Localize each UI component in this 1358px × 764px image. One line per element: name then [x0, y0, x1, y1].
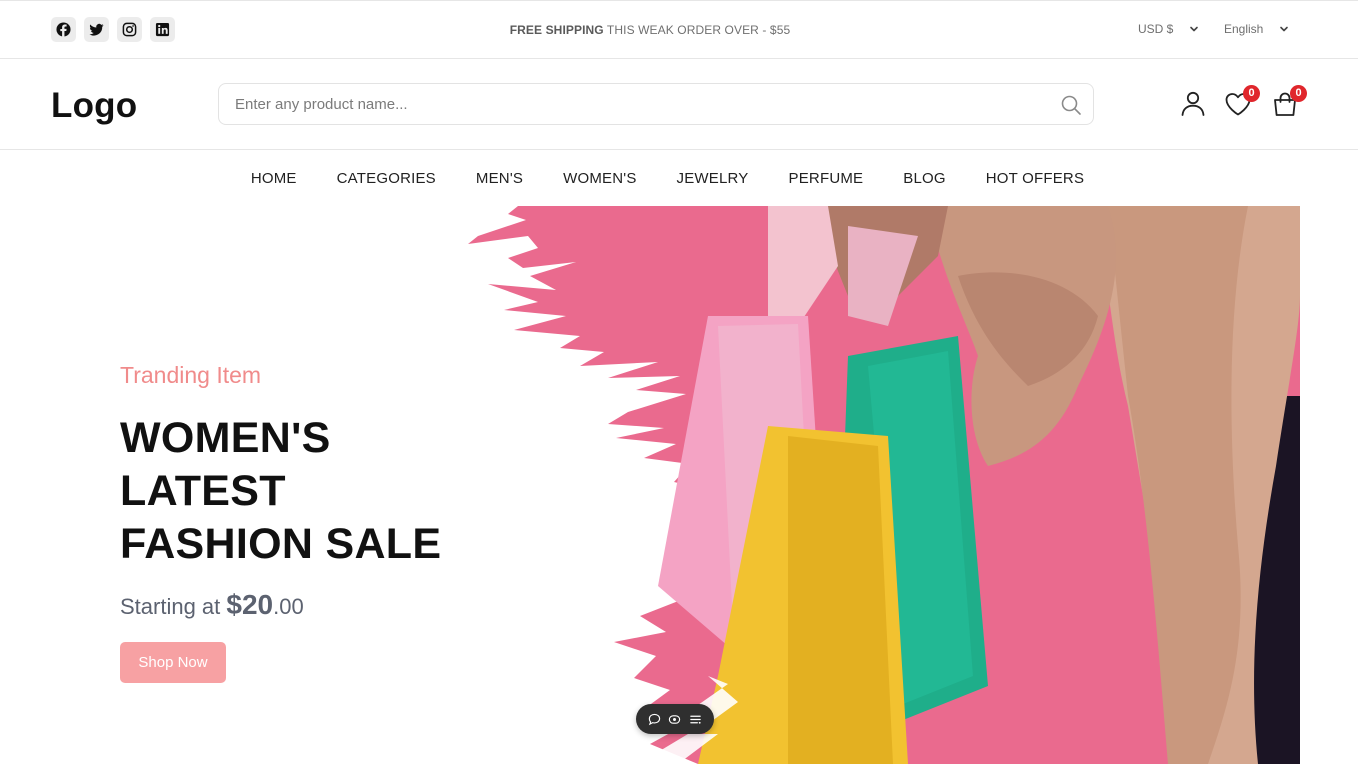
nav-item-perfume[interactable]: PERFUME: [789, 170, 864, 187]
nav-item-womens[interactable]: WOMEN'S: [563, 170, 636, 187]
hero-title: WOMEN'S LATEST FASHION SALE: [120, 414, 442, 568]
search-icon[interactable]: [1059, 93, 1083, 117]
cart-button[interactable]: 0: [1270, 85, 1307, 119]
price-prefix: Starting at: [120, 594, 227, 619]
shipping-detail-text: THIS WEAK ORDER OVER - $55: [603, 23, 791, 37]
price-amount: $20: [226, 589, 274, 620]
user-icon: [1181, 91, 1205, 116]
nav-item-jewelry[interactable]: JEWELRY: [677, 170, 749, 187]
nav-item-categories[interactable]: CATEGORIES: [337, 170, 436, 187]
user-account-button[interactable]: [1178, 89, 1208, 119]
comment-icon[interactable]: [648, 713, 661, 726]
language-value: English: [1224, 22, 1264, 36]
nav-item-mens[interactable]: MEN'S: [476, 170, 523, 187]
top-bar: FREE SHIPPING THIS WEAK ORDER OVER - $55…: [0, 0, 1358, 59]
search-input[interactable]: [235, 84, 1035, 124]
hero-image: [468, 206, 1300, 764]
list-icon[interactable]: [689, 713, 702, 726]
hero-subtitle: Tranding Item: [120, 362, 262, 388]
nav-item-hot-offers[interactable]: HOT OFFERS: [986, 170, 1084, 187]
shipping-bold-text: FREE SHIPPING: [509, 23, 604, 37]
chevron-down-icon: [1280, 26, 1289, 32]
nav-list: HOME CATEGORIES MEN'S WOMEN'S JEWELRY PE…: [251, 170, 1084, 187]
search-bar: [218, 83, 1094, 125]
shipping-announcement: FREE SHIPPING THIS WEAK ORDER OVER - $55: [0, 23, 1300, 37]
site-header: Logo 0 0: [0, 59, 1358, 150]
floating-toolbar: [636, 704, 714, 734]
hero-banner: Tranding Item WOMEN'S LATEST FASHION SAL…: [0, 206, 1358, 764]
wishlist-button[interactable]: 0: [1223, 85, 1260, 119]
shop-now-button[interactable]: Shop Now: [120, 642, 226, 683]
hero-price: Starting at $20.00: [120, 589, 304, 621]
nav-item-home[interactable]: HOME: [251, 170, 297, 187]
site-logo[interactable]: Logo: [51, 86, 137, 126]
chevron-down-icon: [1190, 26, 1199, 32]
price-cents: .00: [273, 594, 304, 619]
wishlist-count-badge: 0: [1243, 85, 1260, 102]
eye-icon[interactable]: [668, 713, 681, 726]
nav-item-blog[interactable]: BLOG: [903, 170, 945, 187]
cart-count-badge: 0: [1290, 85, 1307, 102]
currency-select[interactable]: USD $: [1138, 22, 1199, 36]
currency-value: USD $: [1138, 22, 1174, 36]
language-select[interactable]: English: [1224, 22, 1289, 36]
main-navigation: HOME CATEGORIES MEN'S WOMEN'S JEWELRY PE…: [0, 150, 1358, 206]
